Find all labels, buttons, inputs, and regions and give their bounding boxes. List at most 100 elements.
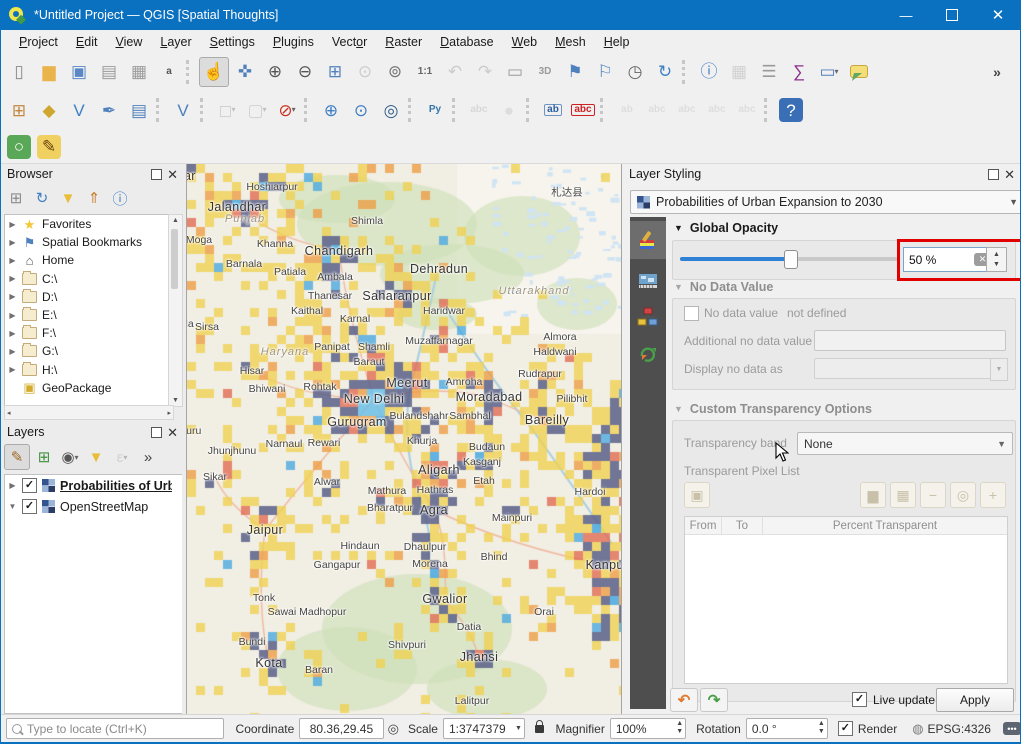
menu-vector[interactable]: Vector xyxy=(323,32,376,52)
display-no-data-combo[interactable] xyxy=(814,358,1004,379)
rotation-spinbox[interactable]: 0.0 ° ▲▼ xyxy=(746,718,828,739)
expand-arrow-icon[interactable]: ▶ xyxy=(8,238,17,247)
highlight-pinned-labels-button[interactable]: abc xyxy=(569,96,597,124)
python-console-button[interactable]: Py xyxy=(421,96,449,124)
expand-arrow-icon[interactable]: ▶ xyxy=(8,347,17,356)
histogram-tab[interactable] xyxy=(630,301,666,333)
show-spatial-bookmarks-button[interactable]: ⚐ xyxy=(591,58,619,86)
extent-toggle-icon[interactable]: ◎ xyxy=(388,721,399,737)
expand-arrow-icon[interactable]: ▶ xyxy=(8,311,17,320)
new-print-layout-button[interactable]: ▤ xyxy=(95,58,123,86)
crs-status[interactable]: EPSG:4326 xyxy=(928,722,991,736)
expand-arrow-icon[interactable]: ▶ xyxy=(8,274,17,283)
browser-item-h[interactable]: ▶H:\ xyxy=(5,361,169,379)
expand-arrow-icon[interactable]: ▶ xyxy=(8,481,17,490)
identify-features-button[interactable]: ⓘ xyxy=(695,58,723,86)
menu-edit[interactable]: Edit xyxy=(67,32,107,52)
undo-button[interactable]: ↶ xyxy=(670,688,698,712)
menu-view[interactable]: View xyxy=(106,32,151,52)
expand-arrow-icon[interactable]: ▶ xyxy=(8,256,17,265)
opacity-spinner[interactable]: ▲▼ xyxy=(986,247,1007,272)
menu-layer[interactable]: Layer xyxy=(151,32,200,52)
open-project-button[interactable]: ▆ xyxy=(35,58,63,86)
zoom-in-button[interactable]: ⊕ xyxy=(261,58,289,86)
browser-item-c[interactable]: ▶C:\ xyxy=(5,270,169,288)
show-statistics-button[interactable]: ∑ xyxy=(785,58,813,86)
new-map-view-button[interactable]: ▭ xyxy=(501,58,529,86)
map-tips-button[interactable] xyxy=(845,58,873,86)
browser-item-spatialbookmarks[interactable]: ▶⚑Spatial Bookmarks xyxy=(5,233,169,251)
global-opacity-header[interactable]: ▼ Global Opacity xyxy=(674,221,778,235)
expand-arrow-icon[interactable]: ▶ xyxy=(8,329,17,338)
locator-input[interactable]: Type to locate (Ctrl+K) xyxy=(6,718,224,739)
zoom-full-extent-button[interactable]: ⊞ xyxy=(321,58,349,86)
filter-browser-button[interactable]: ▼ xyxy=(56,186,80,210)
styling-close-icon[interactable]: ✕ xyxy=(1004,170,1015,179)
column-from[interactable]: From xyxy=(685,517,722,534)
refresh-browser-button[interactable]: ↻ xyxy=(30,186,54,210)
menu-raster[interactable]: Raster xyxy=(376,32,431,52)
layer-visibility-checkbox[interactable]: ✓ xyxy=(22,478,37,493)
browser-item-g[interactable]: ▶G:\ xyxy=(5,342,169,360)
browser-item-f[interactable]: ▶F:\ xyxy=(5,324,169,342)
toolbar-overflow-button[interactable]: » xyxy=(983,58,1011,86)
layers-close-icon[interactable]: ✕ xyxy=(167,428,178,437)
menu-web[interactable]: Web xyxy=(503,32,546,52)
browser-hscrollbar[interactable]: ◂▸ xyxy=(4,405,174,420)
new-memory-layer-button[interactable]: ▤ xyxy=(125,96,153,124)
style-manager-button[interactable]: a xyxy=(155,58,183,86)
transparency-band-combo[interactable]: None ▼ xyxy=(797,432,1013,455)
styling-float-icon[interactable] xyxy=(988,169,999,180)
browser-item-e[interactable]: ▶E:\ xyxy=(5,306,169,324)
new-spatialite-layer-button[interactable]: ✒ xyxy=(95,96,123,124)
expand-arrow-icon[interactable]: ▼ xyxy=(8,502,17,511)
lock-scale-icon[interactable] xyxy=(535,725,545,733)
measure-button[interactable]: ▭▾ xyxy=(815,58,843,86)
coordinate-input[interactable]: 80.36,29.45 xyxy=(299,718,383,739)
expand-arrow-icon[interactable]: ▶ xyxy=(8,292,17,301)
menu-project[interactable]: Project xyxy=(10,32,67,52)
zoom-out-button[interactable]: ⊖ xyxy=(291,58,319,86)
pan-to-selection-button[interactable]: ✜ xyxy=(231,58,259,86)
additional-no-data-input[interactable] xyxy=(814,330,1006,351)
save-project-button[interactable]: ▣ xyxy=(65,58,93,86)
refresh-map-button[interactable]: ↻ xyxy=(651,58,679,86)
help-contents-button[interactable]: ? xyxy=(779,98,803,122)
opacity-spinbox[interactable]: 50 % ✕ xyxy=(903,247,997,272)
browser-item-geopackage[interactable]: ▣GeoPackage xyxy=(5,379,169,397)
layers-float-icon[interactable] xyxy=(151,427,162,438)
collapse-all-button[interactable]: ⇑ xyxy=(82,186,106,210)
osm-place-search-button[interactable]: ◎ xyxy=(377,96,405,124)
metasearch-search-button[interactable]: ⊙ xyxy=(347,96,375,124)
no-data-checkbox[interactable] xyxy=(684,306,699,321)
minimize-button[interactable]: — xyxy=(883,0,929,30)
add-group-button[interactable]: ⊞ xyxy=(32,445,56,469)
manage-map-themes-button[interactable]: ◉▾ xyxy=(58,445,82,469)
symbology-tab[interactable] xyxy=(630,221,666,259)
add-selected-layers-button[interactable]: ⊞ xyxy=(4,186,28,210)
new-virtual-layer-button[interactable]: V xyxy=(169,96,197,124)
no-data-value-header[interactable]: ▼ No Data Value xyxy=(674,280,773,294)
open-layer-styling-panel-button[interactable]: ✎ xyxy=(4,444,30,470)
custom-transparency-header[interactable]: ▼ Custom Transparency Options xyxy=(674,402,872,416)
transparency-tab[interactable] xyxy=(630,267,666,295)
filter-legend-button[interactable]: ▼ xyxy=(84,445,108,469)
browser-item-d[interactable]: ▶D:\ xyxy=(5,288,169,306)
zoom-to-layer-button[interactable]: ⊚ xyxy=(381,58,409,86)
render-checkbox[interactable]: ✓ xyxy=(838,721,853,736)
display-no-data-dropdown[interactable]: ▼ xyxy=(990,358,1008,381)
layer-visibility-checkbox[interactable]: ✓ xyxy=(22,499,37,514)
pin-labels-button[interactable]: ab xyxy=(539,96,567,124)
new-project-button[interactable]: ▯ xyxy=(5,58,33,86)
styling-layer-selector[interactable]: Probabilities of Urban Expansion to 2030… xyxy=(630,190,1021,214)
apply-button[interactable]: Apply xyxy=(936,688,1014,712)
browser-float-icon[interactable] xyxy=(151,169,162,180)
browser-close-icon[interactable]: ✕ xyxy=(167,170,178,179)
temporal-controller-button[interactable]: ◷ xyxy=(621,58,649,86)
column-to[interactable]: To xyxy=(722,517,763,534)
scale-combo[interactable]: 1:3747379 ▼ xyxy=(443,718,525,739)
history-tab[interactable] xyxy=(630,339,666,369)
new-spatial-bookmark-button[interactable]: ⚑ xyxy=(561,58,589,86)
layer-item-openstreetmap[interactable]: ▼✓OpenStreetMap xyxy=(5,496,182,517)
redo-button[interactable]: ↷ xyxy=(700,688,728,712)
